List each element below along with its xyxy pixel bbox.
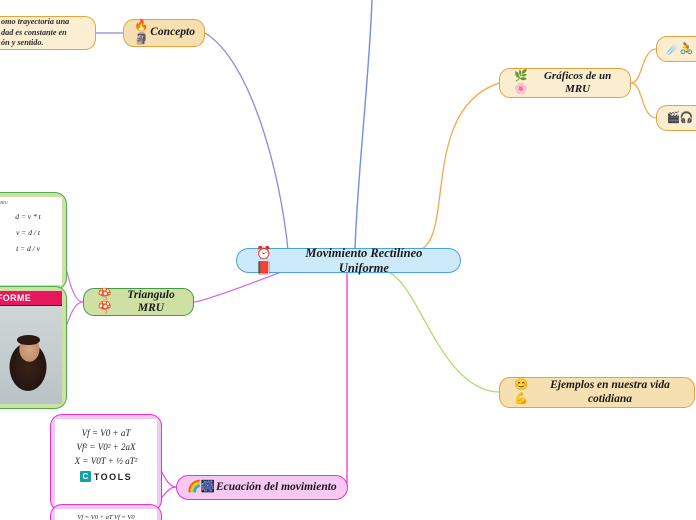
connector-triangulo	[193, 271, 282, 303]
ejemplos-emoji: 😊💪	[514, 379, 528, 405]
concepto-nota-text: omo trayectoria una dad es constante en …	[1, 16, 70, 48]
node-triangulo[interactable]: 🍄🍄 Triangulo MRU	[83, 288, 194, 316]
triangulo-video-banner: FORME	[0, 291, 62, 305]
mindmap-canvas: ⏰📕 Movimiento Rectilíneo Uniforme 🔥🗿 Conce…	[0, 0, 696, 520]
ecuacion-formula-3: X = V0T + ½ aT²	[74, 456, 138, 466]
ecuacion-formula-2: Vf² = V0² + 2aX	[76, 442, 136, 452]
connector-graficos-hijo-1	[630, 48, 657, 84]
connector-concepto	[204, 32, 289, 251]
tools-logo-mark: C	[79, 471, 91, 482]
tools-logo-text: TOOLS	[93, 471, 133, 482]
graficos-hijo-1-emoji: ☄️🚴	[666, 42, 693, 55]
triangulo-video-thumbnail: FORME	[0, 291, 62, 404]
ecuacion-label: Ecuación del movimiento	[215, 480, 337, 493]
tools-logo: C TOOLS	[59, 471, 153, 482]
connector-graficos-hijo-2	[630, 82, 657, 119]
node-concepto[interactable]: 🔥🗿 Concepto	[123, 19, 205, 47]
node-concepto-nota[interactable]: omo trayectoria una dad es constante en …	[0, 16, 96, 50]
node-ecuacion-formulas[interactable]: Vf = V0 + aT Vf² = V0² + 2aX X = V0T + ½…	[50, 414, 162, 512]
central-node-emoji: ⏰📕	[256, 246, 272, 275]
ecuacion-formula-2-line-1: Vf = V0 + aT Vf = V0	[77, 514, 135, 520]
triangulo-formula-image: MRU d = v * t v = d / t t = d / v	[0, 197, 62, 285]
ejemplos-label: Ejemplos en nuestra vida cotidiana	[550, 379, 670, 405]
node-ejemplos[interactable]: 😊💪 Ejemplos en nuestra vida cotidiana	[499, 377, 695, 408]
triangulo-label: Triangulo MRU	[127, 288, 175, 314]
triangulo-video-photo	[0, 306, 62, 404]
node-graficos-hijo-1[interactable]: ☄️🚴	[656, 36, 696, 62]
node-triangulo-video[interactable]: FORME	[0, 286, 67, 409]
graficos-emoji: 🌿🌸	[514, 70, 528, 95]
concepto-emoji: 🔥🗿	[133, 19, 148, 45]
graficos-hijo-2-emoji: 🎬🎧	[666, 111, 693, 124]
concepto-label: Concepto	[150, 26, 195, 39]
ecuacion-formula-1: Vf = V0 + aT	[81, 428, 131, 438]
ecuacion-formula-image-2: Vf = V0 + aT Vf = V0	[55, 509, 157, 520]
node-ecuacion[interactable]: 🌈🎆 Ecuación del movimiento	[176, 475, 348, 500]
node-ecuacion-formulas-2[interactable]: Vf = V0 + aT Vf = V0	[50, 504, 162, 520]
triangulo-formula-header: MRU	[0, 200, 8, 205]
triangulo-emoji: 🍄🍄	[97, 288, 112, 314]
node-triangulo-formulas[interactable]: MRU d = v * t v = d / t t = d / v	[0, 192, 67, 290]
triangulo-formula-3: t = d / v	[16, 244, 40, 253]
graficos-label: Gráficos de un MRU	[543, 70, 612, 95]
central-node-label: Movimiento Rectilíneo Uniforme	[305, 246, 423, 275]
node-graficos[interactable]: 🌿🌸 Gráficos de un MRU	[499, 68, 631, 98]
ecuacion-formula-image: Vf = V0 + aT Vf² = V0² + 2aX X = V0T + ½…	[55, 419, 157, 507]
connector-ejemplos	[387, 271, 500, 393]
connector-unseen-top	[354, 0, 373, 251]
triangulo-formula-1: d = v * t	[15, 212, 41, 221]
ecuacion-emoji: 🌈🎆	[187, 480, 215, 493]
node-graficos-hijo-2[interactable]: 🎬🎧	[656, 105, 696, 131]
central-node[interactable]: ⏰📕 Movimiento Rectilíneo Uniforme	[236, 246, 461, 275]
triangulo-formula-2: v = d / t	[16, 228, 40, 237]
connector-graficos	[419, 82, 500, 251]
